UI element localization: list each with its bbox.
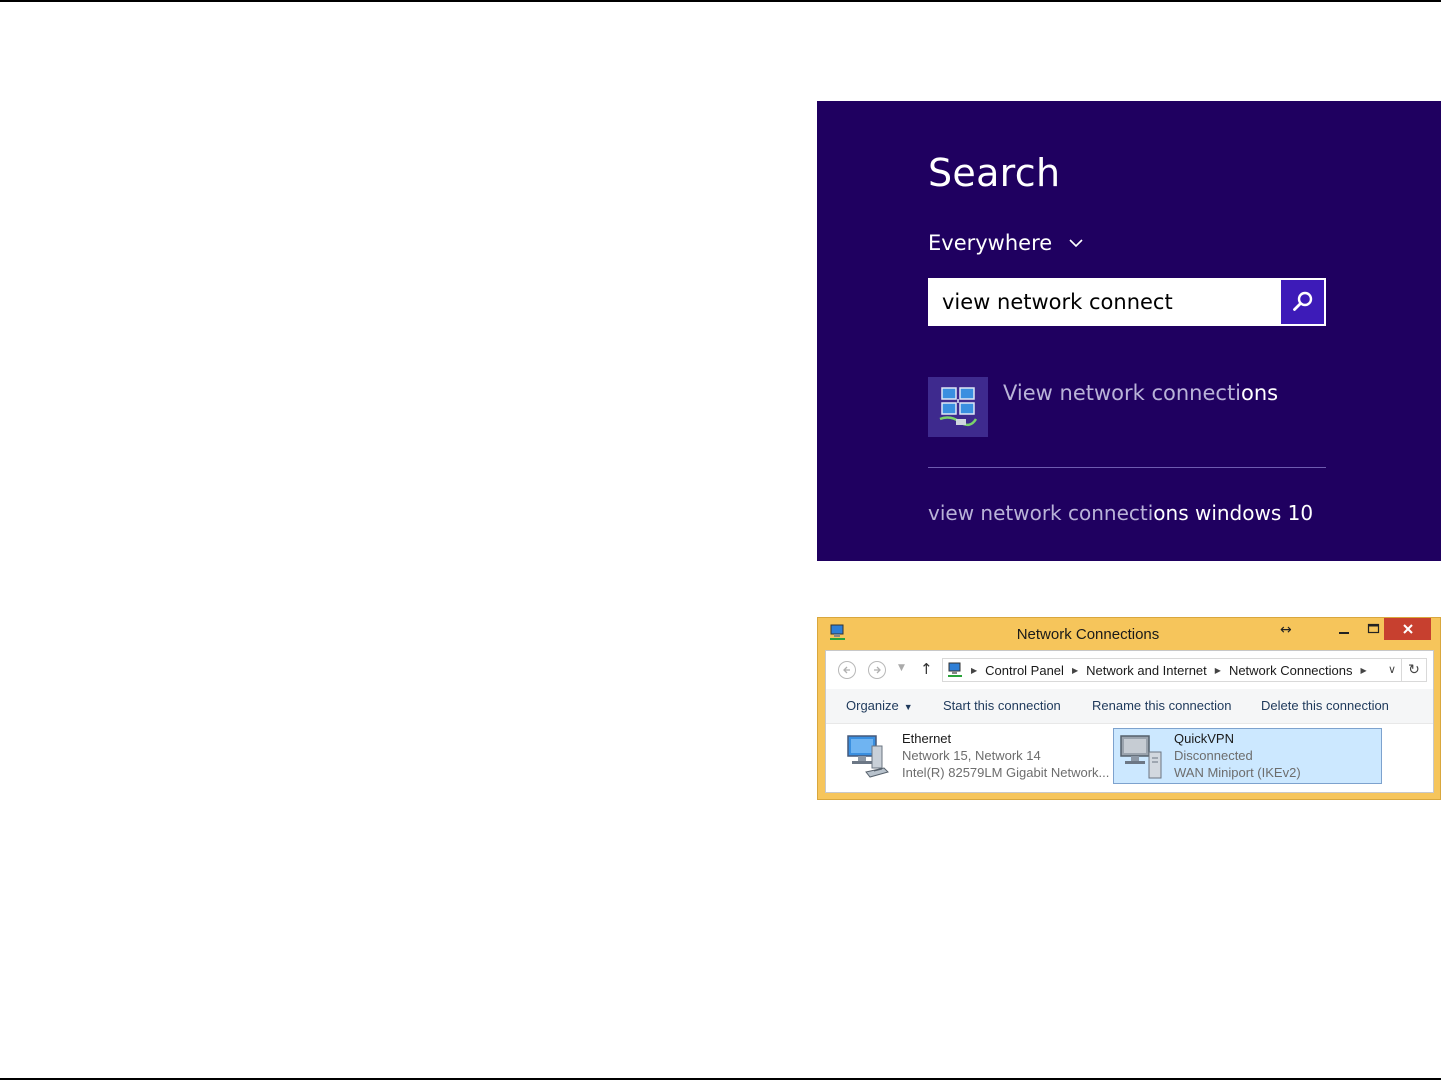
breadcrumb-separator-icon[interactable]: ▶ <box>1072 666 1078 675</box>
search-input[interactable] <box>928 278 1278 326</box>
search-result-view-network-connections[interactable]: View network connections <box>928 377 1328 437</box>
result-label-rest: ons <box>1241 381 1279 405</box>
suggestion-rest: ons windows 10 <box>1153 501 1314 525</box>
minimize-button[interactable] <box>1330 618 1358 640</box>
breadcrumb-network-and-internet[interactable]: Network and Internet <box>1086 663 1207 678</box>
vpn-connection-icon <box>1120 735 1162 779</box>
organize-label: Organize <box>846 698 899 713</box>
search-scope-dropdown[interactable]: Everywhere <box>928 229 1084 257</box>
refresh-icon[interactable]: ↻ <box>1401 659 1426 681</box>
search-button[interactable] <box>1281 280 1324 324</box>
connection-device: Intel(R) 82579LM Gigabit Network... <box>902 765 1110 780</box>
address-bar[interactable]: ▶ Control Panel ▶ Network and Internet ▶… <box>942 658 1427 682</box>
rename-connection-button[interactable]: Rename this connection <box>1092 698 1231 713</box>
search-icon <box>1292 291 1312 311</box>
results-divider <box>928 467 1326 468</box>
minimize-icon <box>1339 632 1349 634</box>
window-title: Network Connections <box>1016 626 1160 643</box>
recent-locations-chevron-icon[interactable]: ▼ <box>898 663 905 673</box>
connection-item-quickvpn[interactable]: QuickVPN Disconnected WAN Miniport (IKEv… <box>1113 728 1382 784</box>
connection-details: QuickVPN Disconnected WAN Miniport (IKEv… <box>1174 730 1301 781</box>
breadcrumb-separator-icon[interactable]: ▶ <box>1361 666 1367 675</box>
connection-status: Disconnected <box>1174 748 1253 763</box>
network-connections-window: Network Connections ↔ ▼ ↑ ▶ Control Pane… <box>817 617 1441 800</box>
window-content: ▼ ↑ ▶ Control Panel ▶ Network and Intern… <box>825 650 1434 793</box>
search-result-label: View network connections <box>1003 381 1278 405</box>
search-suggestion[interactable]: view network connections windows 10 <box>928 501 1313 525</box>
close-icon <box>1402 624 1413 634</box>
command-bar: Organize ▼ Start this connection Rename t… <box>826 689 1433 724</box>
close-button[interactable] <box>1384 618 1431 640</box>
result-label-match: View network connecti <box>1003 381 1242 405</box>
delete-connection-button[interactable]: Delete this connection <box>1261 698 1389 713</box>
suggestion-match: view network connecti <box>928 501 1154 525</box>
connection-name: QuickVPN <box>1174 731 1234 746</box>
organize-menu-button[interactable]: Organize ▼ <box>846 698 913 713</box>
window-titlebar[interactable]: Network Connections ↔ <box>818 618 1440 649</box>
chevron-down-icon <box>1069 239 1083 248</box>
resize-arrows-icon: ↔ <box>1280 622 1292 638</box>
back-button[interactable] <box>838 661 856 679</box>
search-box <box>928 278 1326 326</box>
ethernet-adapter-icon <box>847 735 889 778</box>
control-panel-icon <box>948 662 962 677</box>
up-arrow-icon[interactable]: ↑ <box>920 660 933 678</box>
bottom-rule <box>0 1078 1441 1080</box>
breadcrumb-separator-icon[interactable]: ▶ <box>971 666 977 675</box>
address-dropdown-chevron-icon[interactable]: ∨ <box>1388 663 1396 676</box>
connection-item-ethernet[interactable]: Ethernet Network 15, Network 14 Intel(R)… <box>840 728 1110 784</box>
forward-arrow-icon <box>874 666 881 674</box>
back-arrow-icon <box>843 666 850 674</box>
connection-details: Ethernet Network 15, Network 14 Intel(R)… <box>902 730 1109 781</box>
forward-button[interactable] <box>868 661 886 679</box>
connection-status: Network 15, Network 14 <box>902 748 1041 763</box>
search-scope-label: Everywhere <box>928 231 1053 255</box>
connection-device: WAN Miniport (IKEv2) <box>1174 765 1301 780</box>
connection-name: Ethernet <box>902 731 952 746</box>
caret-down-icon: ▼ <box>903 702 913 712</box>
breadcrumb-network-connections[interactable]: Network Connections <box>1229 663 1353 678</box>
search-title: Search <box>928 151 1061 195</box>
search-charm-panel: Search Everywhere view network connect V… <box>817 101 1441 561</box>
navigation-row: ▼ ↑ ▶ Control Panel ▶ Network and Intern… <box>826 651 1433 690</box>
breadcrumb-separator-icon[interactable]: ▶ <box>1215 666 1221 675</box>
network-connections-icon <box>928 377 988 437</box>
start-connection-button[interactable]: Start this connection <box>943 698 1061 713</box>
breadcrumb-control-panel[interactable]: Control Panel <box>985 663 1064 678</box>
top-rule <box>0 0 1441 2</box>
